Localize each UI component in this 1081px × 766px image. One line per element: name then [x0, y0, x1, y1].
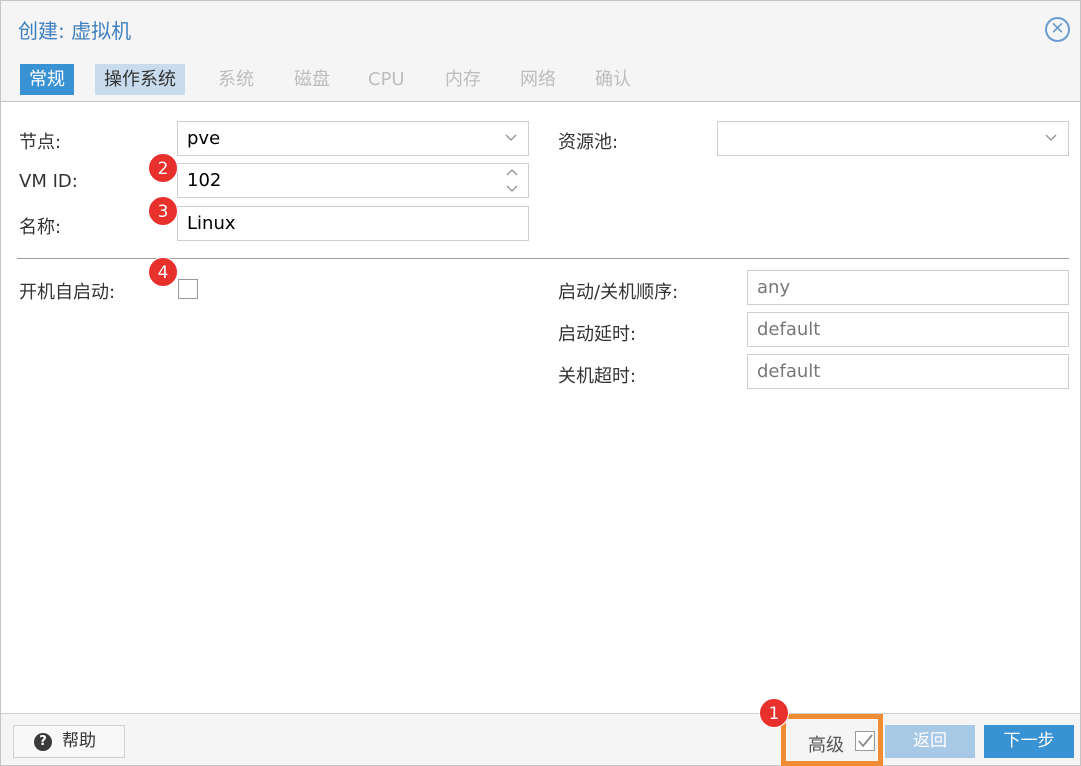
general-panel: 节点: pve 资源池: VM ID: 102 名称: Linux 开机自启动:…	[1, 103, 1080, 713]
annotation-badge-4: 4	[148, 257, 178, 287]
shutdown-timeout-input[interactable]: default	[747, 354, 1069, 389]
tab-general[interactable]: 常规	[20, 64, 74, 95]
create-vm-dialog: 创建: 虚拟机 ✕ 常规 操作系统 系统 磁盘 CPU 内存 网络 确认 节点:…	[0, 0, 1081, 766]
name-value: Linux	[187, 213, 236, 234]
autostart-label: 开机自启动:	[19, 282, 116, 303]
close-icon[interactable]: ✕	[1045, 17, 1070, 42]
node-select[interactable]: pve	[177, 121, 529, 156]
section-divider	[17, 258, 1069, 259]
shutdown-timeout-placeholder: default	[757, 361, 821, 382]
startup-delay-placeholder: default	[757, 319, 821, 340]
autostart-checkbox[interactable]	[178, 279, 198, 299]
wizard-tabs: 常规 操作系统 系统 磁盘 CPU 内存 网络 确认	[1, 57, 1080, 102]
chevron-down-icon	[504, 122, 518, 168]
vmid-value: 102	[187, 170, 222, 191]
tab-os[interactable]: 操作系统	[95, 64, 185, 95]
vmid-input[interactable]: 102	[177, 163, 529, 198]
help-label: 帮助	[62, 731, 96, 751]
help-icon: ?	[34, 733, 52, 751]
dialog-title: 创建: 虚拟机	[18, 19, 132, 43]
title-bar: 创建: 虚拟机 ✕	[1, 1, 1080, 57]
pool-label: 资源池:	[558, 132, 619, 153]
boot-order-input[interactable]: any	[747, 270, 1069, 305]
annotation-badge-3: 3	[148, 196, 178, 226]
back-button[interactable]: 返回	[885, 725, 975, 758]
pool-select[interactable]	[717, 121, 1069, 156]
next-button[interactable]: 下一步	[984, 725, 1074, 758]
name-label: 名称:	[19, 217, 62, 238]
advanced-label: 高级	[808, 735, 844, 756]
annotation-badge-2: 2	[148, 153, 178, 183]
name-input[interactable]: Linux	[177, 206, 529, 241]
tab-confirm: 确认	[595, 69, 631, 90]
boot-order-placeholder: any	[757, 277, 791, 298]
dialog-footer: ? 帮助 高级 返回 下一步	[1, 713, 1080, 766]
shutdown-timeout-label: 关机超时:	[558, 366, 637, 387]
tab-cpu: CPU	[368, 69, 405, 90]
startup-delay-label: 启动延时:	[558, 324, 637, 345]
boot-order-label: 启动/关机顺序:	[558, 282, 679, 303]
help-button[interactable]: ? 帮助	[13, 725, 125, 758]
tab-system: 系统	[218, 69, 254, 90]
spinner-icon[interactable]	[505, 166, 519, 195]
tab-network: 网络	[520, 69, 556, 90]
node-label: 节点:	[19, 132, 62, 153]
tab-memory: 内存	[445, 69, 481, 90]
startup-delay-input[interactable]: default	[747, 312, 1069, 347]
chevron-down-icon	[1044, 122, 1058, 168]
checkmark-icon	[858, 734, 873, 748]
node-value: pve	[187, 128, 221, 149]
vmid-label: VM ID:	[19, 171, 78, 192]
annotation-badge-1: 1	[759, 698, 789, 728]
tab-disks: 磁盘	[294, 69, 330, 90]
advanced-checkbox[interactable]	[855, 731, 875, 751]
